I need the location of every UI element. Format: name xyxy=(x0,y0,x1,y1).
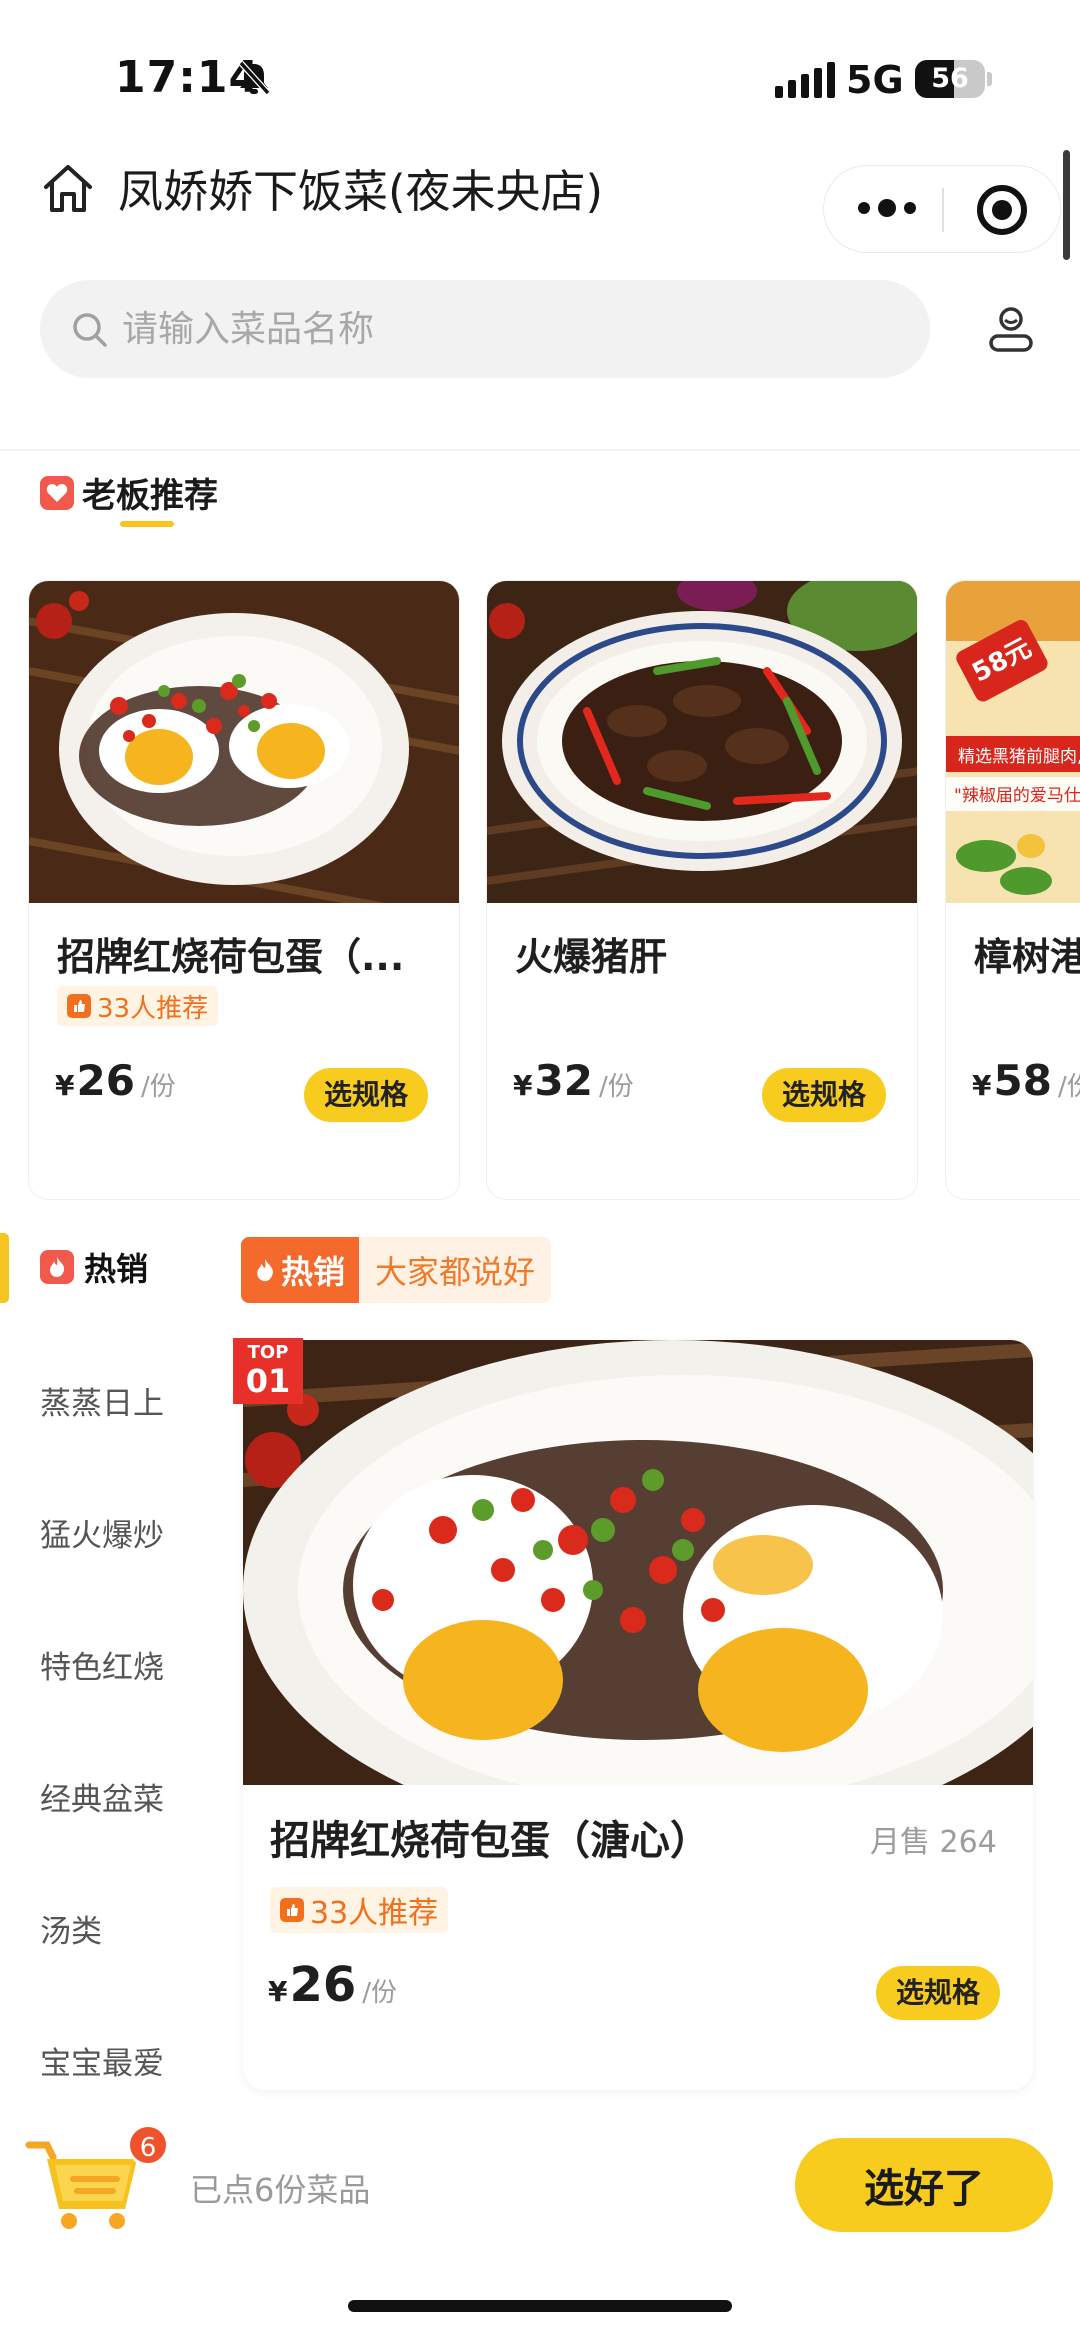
price-value: 26 xyxy=(289,1957,357,2013)
checkout-button[interactable]: 选好了 xyxy=(795,2138,1053,2232)
home-icon[interactable] xyxy=(40,160,96,220)
category-item[interactable]: 宝宝最爱 xyxy=(40,2038,164,2083)
dish-name: 招牌红烧荷包蛋（... xyxy=(57,935,405,979)
dish-photo-eggs xyxy=(29,581,459,903)
category-label: 热销 xyxy=(84,1250,149,1288)
rank-top-label: TOP xyxy=(247,1342,289,1363)
category-item-hot[interactable]: 热销 xyxy=(40,1244,148,1290)
recommend-header: 老板推荐 xyxy=(40,468,218,517)
signal-icon xyxy=(775,62,835,98)
price-value: 26 xyxy=(76,1056,135,1105)
heart-icon xyxy=(40,475,74,510)
hot-dish-price: ¥ 26 /份 xyxy=(268,1957,397,2013)
price-currency: ¥ xyxy=(268,1975,288,2008)
recommend-count-tag: 33人推荐 xyxy=(57,986,219,1026)
price-unit: /份 xyxy=(1057,1072,1080,1102)
price-value: 32 xyxy=(534,1056,593,1105)
search-icon xyxy=(70,310,110,354)
fire-icon xyxy=(40,1250,74,1284)
section-divider xyxy=(0,449,1080,451)
price-unit: /份 xyxy=(598,1072,634,1102)
miniprogram-capsule xyxy=(823,165,1061,253)
hot-tag-sub: 大家都说好 xyxy=(359,1237,552,1303)
cart-summary: 已点6份菜品 xyxy=(190,2171,371,2209)
recommend-count: 33人推荐 xyxy=(310,1896,439,1931)
battery-level: 56 xyxy=(931,63,969,94)
bell-muted-icon xyxy=(237,60,271,100)
category-item[interactable]: 特色红烧 xyxy=(40,1642,164,1687)
promo-line-2: "辣椒届的爱马仕 xyxy=(954,786,1080,806)
category-item[interactable]: 经典盆菜 xyxy=(40,1774,164,1819)
recommend-count-tag: 33人推荐 xyxy=(270,1887,449,1933)
category-item[interactable]: 蒸蒸日上 xyxy=(40,1378,164,1423)
rank-number: 01 xyxy=(245,1362,291,1400)
home-indicator[interactable] xyxy=(348,2300,732,2312)
hot-tag-label: 热销 xyxy=(281,1253,346,1291)
cart-count-badge: 6 xyxy=(127,2124,169,2166)
recommend-card[interactable]: 火爆猪肝 ¥ 32 /份 选规格 xyxy=(486,580,918,1200)
thumb-icon xyxy=(67,994,91,1018)
price-currency: ¥ xyxy=(55,1069,75,1102)
close-target-icon[interactable] xyxy=(977,185,1027,235)
price-unit: /份 xyxy=(140,1072,176,1102)
price-value: 58 xyxy=(993,1056,1052,1105)
hot-section-tag: 热销 大家都说好 xyxy=(241,1237,552,1303)
select-spec-button[interactable]: 选规格 xyxy=(876,1966,1001,2020)
price-unit: /份 xyxy=(362,1978,398,2008)
dish-price: ¥ 32 /份 xyxy=(513,1056,634,1105)
search-input[interactable] xyxy=(122,280,902,378)
dish-photo-peppers: 58元 精选黑猪前腿肉, "辣椒届的爱马仕 xyxy=(946,581,1080,903)
recommend-card[interactable]: 招牌红烧荷包蛋（... 33人推荐 ¥ 26 /份 选规格 xyxy=(28,580,460,1200)
category-active-indicator xyxy=(0,1233,9,1303)
promo-line-1: 精选黑猪前腿肉, xyxy=(958,747,1080,767)
category-item[interactable]: 猛火爆炒 xyxy=(40,1510,164,1555)
hot-tag-main: 热销 xyxy=(241,1237,360,1303)
store-title: 凤娇娇下饭菜(夜未央店) xyxy=(118,165,604,218)
dish-price: ¥ 58 /份 xyxy=(972,1056,1080,1105)
hot-dish-name: 招牌红烧荷包蛋（溏心） xyxy=(270,1818,710,1864)
monthly-sales: 月售 264 xyxy=(870,1825,997,1860)
battery-cap xyxy=(987,72,992,86)
scrollbar[interactable] xyxy=(1063,150,1070,260)
recommend-title: 老板推荐 xyxy=(82,476,218,516)
capsule-divider xyxy=(942,188,944,232)
category-item[interactable]: 汤类 xyxy=(40,1906,102,1951)
select-spec-button[interactable]: 选规格 xyxy=(762,1068,887,1122)
price-currency: ¥ xyxy=(972,1069,992,1102)
price-currency: ¥ xyxy=(513,1069,533,1102)
recommend-count: 33人推荐 xyxy=(97,993,209,1024)
dish-price: ¥ 26 /份 xyxy=(55,1056,176,1105)
user-icon[interactable] xyxy=(985,303,1037,359)
more-icon[interactable] xyxy=(858,199,916,217)
dish-name: 火爆猪肝 xyxy=(515,935,668,979)
network-label: 5G xyxy=(846,58,904,102)
select-spec-button[interactable]: 选规格 xyxy=(304,1068,429,1122)
dish-photo-eggs-large xyxy=(243,1340,1033,1785)
recommend-card[interactable]: 58元 精选黑猪前腿肉, "辣椒届的爱马仕 樟树港 ¥ 58 /份 xyxy=(945,580,1080,1200)
thumb-icon xyxy=(280,1898,304,1922)
dish-name: 樟树港 xyxy=(974,935,1080,979)
dish-photo-liver xyxy=(487,581,917,903)
search-bar[interactable] xyxy=(40,280,930,378)
recommend-underline xyxy=(120,521,174,527)
battery-icon: 56 xyxy=(915,60,985,98)
rank-badge: TOP 01 xyxy=(233,1338,303,1404)
fire-icon xyxy=(257,1258,273,1282)
